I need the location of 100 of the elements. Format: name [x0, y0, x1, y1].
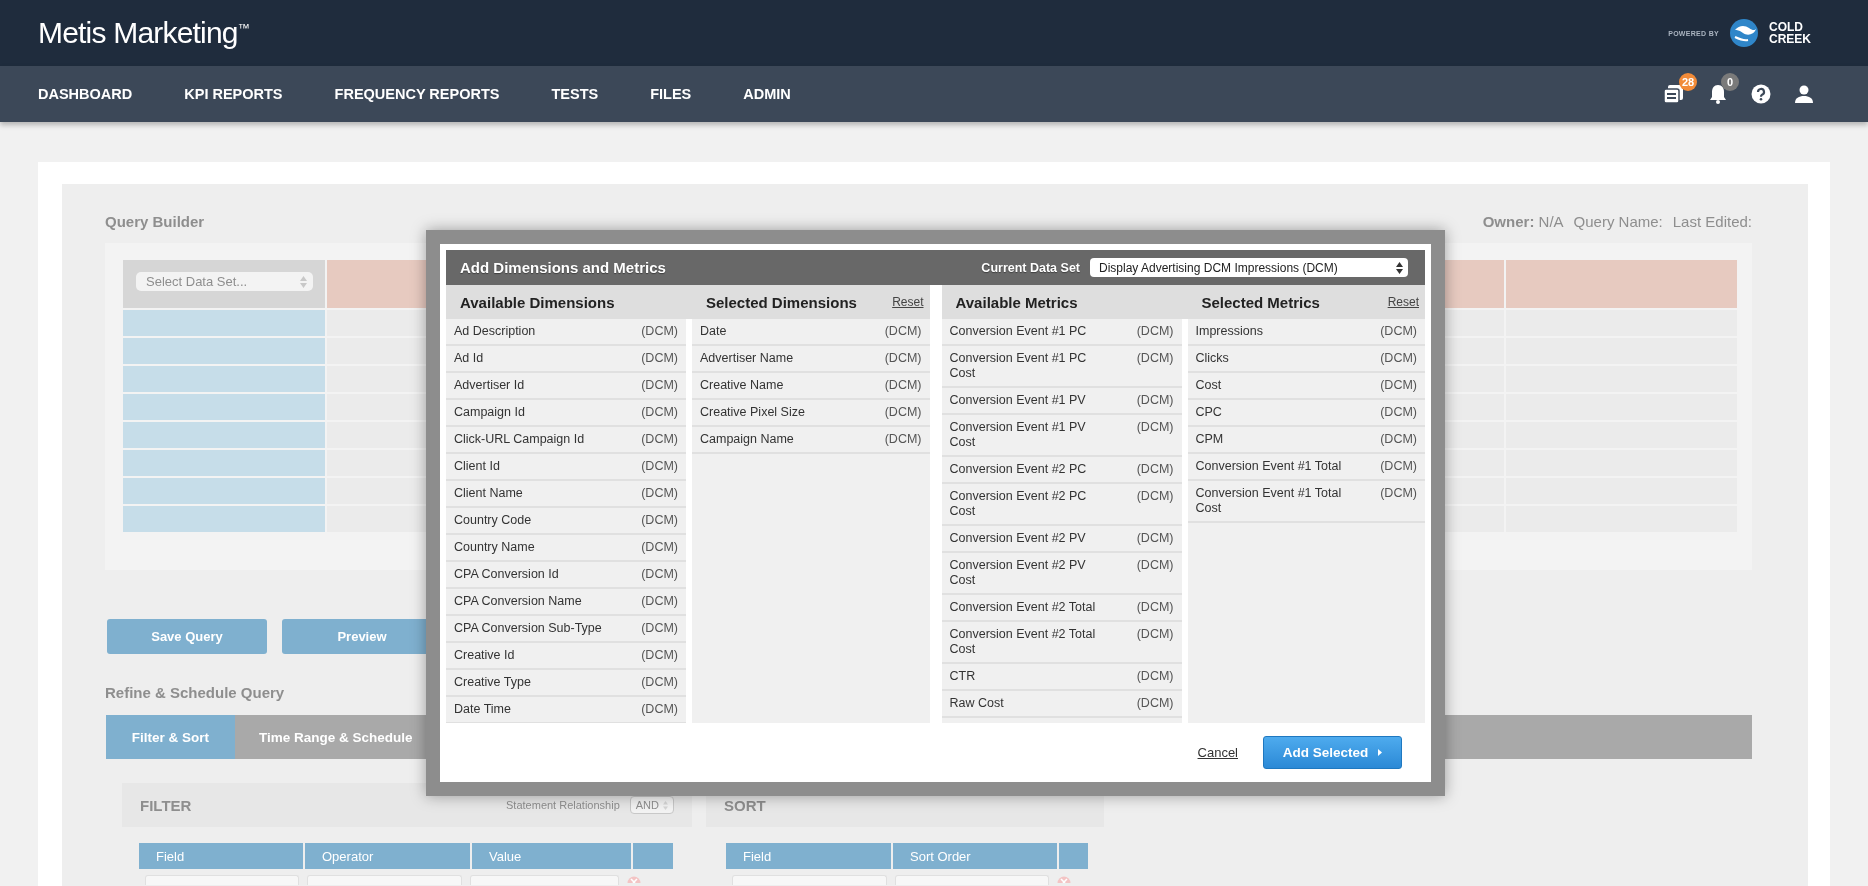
list-item[interactable]: Conversion Event #1 Total (DCM)	[1187, 454, 1425, 481]
list-item[interactable]: Click-URL Campaign Id (DCM)	[446, 427, 686, 454]
item-source: (DCM)	[884, 378, 922, 393]
item-name: Country Name	[454, 540, 535, 555]
item-name: Conversion Event #1 PV	[949, 393, 1086, 408]
list-item[interactable]: Conversion Event #1 PV Cost (DCM)	[941, 415, 1182, 457]
list-item[interactable]: Conversion Event #1 PC (DCM)	[941, 319, 1182, 346]
updown-arrows-icon	[1396, 261, 1403, 274]
list-item[interactable]: CPC (DCM)	[1187, 400, 1425, 427]
field-label: Current Data Set	[981, 260, 1080, 275]
item-name: Campaign Name	[700, 432, 794, 447]
remove-icon[interactable]	[627, 875, 641, 883]
list-item[interactable]: CPA Conversion Name (DCM)	[446, 589, 686, 616]
list-item[interactable]: Date (DCM)	[692, 319, 930, 346]
list-item[interactable]: Creative Pixel Size (DCM)	[692, 400, 930, 427]
data-set-select[interactable]: Display Advertising DCM Impressions (DCM)	[1090, 258, 1408, 277]
item-source: (DCM)	[884, 324, 922, 339]
reset-link[interactable]: Reset	[1387, 295, 1419, 309]
item-source: (DCM)	[1380, 459, 1417, 474]
list-item[interactable]: Conversion Event #2 Total (DCM)	[941, 595, 1182, 622]
updown-arrows-icon	[663, 800, 668, 810]
item-source: (DCM)	[1380, 351, 1417, 366]
bell-icon[interactable]	[1709, 84, 1727, 104]
item-source: (DCM)	[1136, 489, 1174, 505]
section-title: FILTER	[140, 796, 192, 814]
nav-link[interactable]: ADMIN	[743, 86, 791, 102]
list-item[interactable]: Raw Cost (DCM)	[941, 691, 1182, 718]
item-name: CPA Conversion Sub-Type	[454, 621, 602, 636]
item-source: (DCM)	[641, 459, 678, 474]
list-item[interactable]: Conversion Event #2 PV (DCM)	[941, 526, 1182, 553]
list-item[interactable]: Creative Name (DCM)	[692, 373, 930, 400]
item-source: (DCM)	[1136, 696, 1174, 711]
column-title: Selected Metrics	[1201, 293, 1320, 311]
item-source: (DCM)	[884, 432, 922, 447]
cancel-link[interactable]: Cancel	[1197, 745, 1238, 760]
nav-link[interactable]: DASHBOARD	[38, 86, 133, 102]
list-item[interactable]: Client Name (DCM)	[446, 481, 686, 508]
list-item[interactable]: Country Name (DCM)	[446, 535, 686, 562]
list-item[interactable]: Country Code (DCM)	[446, 508, 686, 535]
nav-link[interactable]: TESTS	[551, 86, 599, 102]
section-title: Query Builder	[105, 212, 205, 230]
item-source: (DCM)	[641, 648, 678, 663]
list-item[interactable]: Advertiser Name (DCM)	[692, 346, 930, 373]
list-item[interactable]: Cost (DCM)	[1187, 373, 1425, 400]
item-source: (DCM)	[641, 567, 678, 582]
list-item[interactable]: CTR (DCM)	[941, 664, 1182, 691]
field-label: Statement Relationship	[506, 799, 620, 811]
item-name: Conversion Event #1 Total Cost	[1195, 486, 1343, 516]
list-item[interactable]: Clicks (DCM)	[1187, 346, 1425, 373]
list-item[interactable]: Creative Id (DCM)	[446, 643, 686, 670]
item-name: Client Id	[454, 459, 500, 474]
item-name: Conversion Event #1 PC	[949, 324, 1087, 339]
list-item[interactable]: Conversion Event #2 PC Cost (DCM)	[941, 484, 1182, 526]
list-item[interactable]: Date Time (DCM)	[446, 697, 686, 723]
nav-link[interactable]: KPI REPORTS	[184, 86, 283, 102]
wave-logo-icon	[1729, 18, 1759, 48]
list-item[interactable]: Conversion Event #1 PC Cost (DCM)	[941, 346, 1182, 388]
list-item[interactable]: Conversion Event #2 Total Cost (DCM)	[941, 622, 1182, 664]
list-item[interactable]: Conversion Event #1 Total Cost (DCM)	[1187, 481, 1425, 523]
section-title: SORT	[724, 796, 766, 814]
item-source: (DCM)	[1136, 600, 1174, 615]
list-item[interactable]: CPM (DCM)	[1187, 427, 1425, 454]
reset-link[interactable]: Reset	[892, 295, 924, 309]
user-icon[interactable]	[1795, 85, 1813, 103]
item-source: (DCM)	[1136, 393, 1174, 408]
list-item[interactable]: Conversion Event #2 PV Cost (DCM)	[941, 553, 1182, 595]
documents-icon[interactable]	[1663, 84, 1685, 104]
section-title: Refine & Schedule Query	[105, 684, 285, 703]
item-name: Client Name	[454, 486, 523, 501]
item-source: (DCM)	[641, 351, 678, 366]
item-name: CPM	[1195, 432, 1224, 447]
item-name: Date	[700, 324, 727, 339]
list-item[interactable]: Creative Type (DCM)	[446, 670, 686, 697]
list-item[interactable]: Client Id (DCM)	[446, 454, 686, 481]
item-name: Conversion Event #2 PC	[949, 462, 1087, 477]
dialog-title: Add Dimensions and Metrics	[460, 259, 666, 276]
list-item[interactable]: Campaign Name (DCM)	[692, 427, 930, 454]
item-source: (DCM)	[641, 405, 678, 420]
item-name: CPA Conversion Id	[454, 567, 559, 582]
help-icon[interactable]	[1751, 84, 1771, 104]
nav-link[interactable]: FILES	[650, 86, 692, 102]
list-item[interactable]: Impressions (DCM)	[1187, 319, 1425, 346]
list-item[interactable]: Ad Id (DCM)	[446, 346, 686, 373]
column-header: Field	[139, 843, 305, 869]
item-source: (DCM)	[1136, 324, 1174, 339]
list-item[interactable]: CPA Conversion Id (DCM)	[446, 562, 686, 589]
list-item[interactable]: Campaign Id (DCM)	[446, 400, 686, 427]
list-item[interactable]: Conversion Event #1 PV (DCM)	[941, 388, 1182, 415]
nav-link[interactable]: FREQUENCY REPORTS	[334, 86, 500, 102]
item-source: (DCM)	[884, 405, 922, 420]
remove-icon[interactable]	[1057, 875, 1071, 883]
list-item[interactable]: CPA Conversion Sub-Type (DCM)	[446, 616, 686, 643]
list-item[interactable]: Advertiser Id (DCM)	[446, 373, 686, 400]
item-name: Conversion Event #1 PC Cost	[949, 351, 1088, 381]
list-item[interactable]: Ad Description (DCM)	[446, 319, 686, 346]
item-name: Date Time	[454, 702, 511, 717]
column-header: Operator	[305, 843, 472, 869]
list-item[interactable]: Conversion Event #2 PC (DCM)	[941, 457, 1182, 484]
item-source: (DCM)	[1380, 486, 1417, 502]
item-name: Creative Name	[700, 378, 784, 393]
